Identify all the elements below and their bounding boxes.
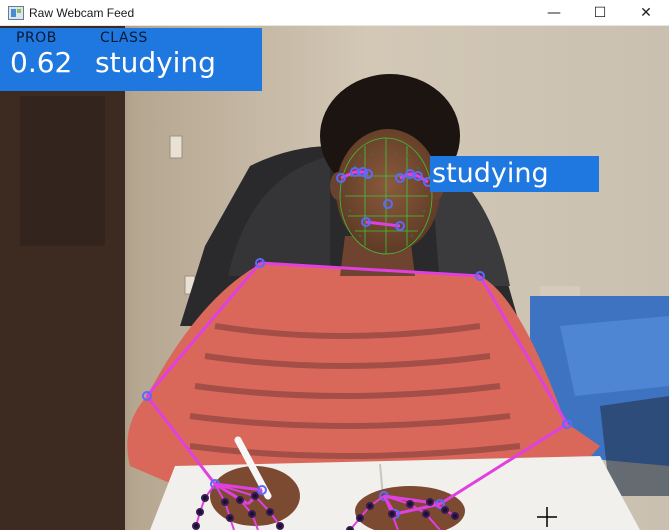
face-class-label: studying: [430, 156, 599, 192]
class-value: studying: [95, 46, 216, 79]
prob-value: 0.62: [10, 46, 73, 79]
close-button[interactable]: ✕: [623, 0, 669, 26]
close-icon: ✕: [640, 5, 652, 21]
face-class-text: studying: [432, 158, 549, 189]
prediction-overlay: PROB CLASS 0.62 studying: [0, 28, 262, 91]
webcam-frame-image: [0, 26, 669, 530]
minimize-icon: —: [547, 5, 561, 21]
webcam-window-icon: [8, 5, 24, 20]
webcam-feed: PROB CLASS 0.62 studying studying: [0, 26, 669, 530]
minimize-button[interactable]: —: [531, 0, 577, 26]
maximize-icon: ☐: [593, 5, 607, 21]
window-titlebar[interactable]: Raw Webcam Feed — ☐ ✕: [0, 0, 669, 26]
class-header: CLASS: [100, 30, 148, 46]
prob-header: PROB: [16, 30, 57, 46]
window-title: Raw Webcam Feed: [29, 5, 135, 20]
maximize-button[interactable]: ☐: [577, 0, 623, 26]
window-controls: — ☐ ✕: [531, 0, 669, 26]
